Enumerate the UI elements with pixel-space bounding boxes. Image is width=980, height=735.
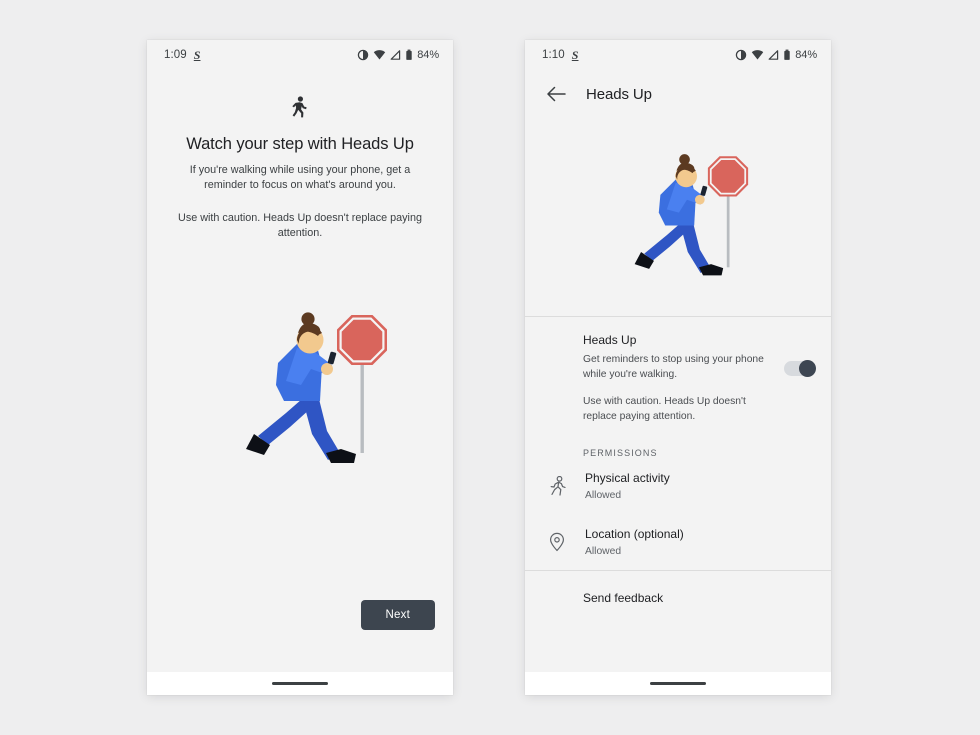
onboarding-actions: Next — [360, 600, 435, 630]
permission-text: Physical activity Allowed — [585, 471, 670, 501]
hero-illustration-small — [525, 118, 831, 316]
status-icons: 84% — [735, 49, 817, 61]
onboarding-content: Watch your step with Heads Up If you're … — [147, 70, 453, 672]
send-feedback-label: Send feedback — [583, 591, 664, 606]
stop-sign-pole — [360, 358, 364, 454]
gesture-pill[interactable] — [272, 682, 328, 685]
hair-bun — [300, 312, 315, 326]
master-description: Get reminders to stop using your phone w… — [583, 354, 764, 380]
permission-text: Location (optional) Allowed — [585, 527, 684, 557]
battery-percent: 84% — [417, 49, 439, 61]
status-bar: 1:10 S 84% — [525, 40, 831, 70]
page-caution: Use with caution. Heads Up doesn't repla… — [178, 211, 422, 239]
permission-status: Allowed — [585, 546, 622, 558]
status-time: 1:10 — [542, 49, 565, 61]
carrier-glyph-icon: S — [193, 47, 201, 62]
battery-percent: 84% — [795, 49, 817, 61]
send-feedback-row[interactable]: Send feedback — [525, 571, 831, 625]
back-leg — [257, 399, 310, 446]
master-text: Heads Up Get reminders to stop using you… — [583, 333, 784, 424]
person-running-with-phone-illustration — [245, 312, 387, 464]
status-time: 1:09 — [164, 49, 187, 61]
walking-person-icon-wrap — [147, 96, 453, 123]
master-title: Heads Up — [583, 333, 637, 347]
wifi-icon — [374, 50, 386, 60]
hand — [320, 363, 333, 376]
back-button[interactable] — [543, 81, 569, 107]
signal-icon — [768, 50, 779, 60]
front-leg — [679, 222, 710, 273]
permission-status: Allowed — [585, 490, 622, 502]
hero-illustration-large — [147, 303, 453, 478]
dnd-icon — [358, 49, 369, 61]
toggle-knob — [799, 360, 816, 377]
stop-sign-pole — [726, 190, 730, 268]
page-description: If you're walking while using your phone… — [189, 164, 411, 192]
battery-icon — [784, 49, 790, 60]
signal-icon — [390, 50, 401, 60]
running-person-icon — [543, 476, 571, 497]
wifi-icon — [752, 50, 764, 60]
back-arrow-icon — [546, 86, 566, 102]
battery-icon — [406, 49, 412, 60]
page-title: Watch your step with Heads Up — [186, 135, 414, 153]
dnd-icon — [736, 49, 747, 61]
status-icons: 84% — [357, 49, 439, 61]
hair-bun — [678, 154, 690, 165]
phone-screen-onboarding: 1:09 S 84% Watch your step with Heads Up… — [147, 40, 453, 695]
location-pin-icon — [543, 532, 571, 552]
stop-sign-icon — [707, 156, 748, 197]
phone-screen-settings: 1:10 S 84% Heads Up Heads Up Get reminde… — [525, 40, 831, 695]
permission-title: Location (optional) — [585, 527, 684, 542]
stop-sign-icon — [336, 315, 387, 366]
back-leg — [643, 223, 686, 261]
settings-list: Heads Up Get reminders to stop using you… — [525, 317, 831, 672]
front-leg — [301, 397, 340, 461]
phone-in-hand — [699, 185, 707, 196]
hand — [694, 194, 705, 205]
app-bar: Heads Up — [525, 70, 831, 118]
person-running-with-phone-illustration — [634, 154, 748, 276]
navigation-bar — [147, 672, 453, 695]
next-button[interactable]: Next — [360, 600, 435, 630]
app-bar-title: Heads Up — [586, 85, 652, 103]
permission-title: Physical activity — [585, 471, 670, 486]
carrier-glyph-icon: S — [571, 47, 579, 62]
permissions-section-label: PERMISSIONS — [583, 448, 658, 459]
permission-row-location[interactable]: Location (optional) Allowed — [525, 514, 831, 570]
heads-up-master-row[interactable]: Heads Up Get reminders to stop using you… — [525, 317, 831, 442]
permission-row-physical-activity[interactable]: Physical activity Allowed — [525, 458, 831, 514]
navigation-bar — [525, 672, 831, 695]
master-caution: Use with caution. Heads Up doesn't repla… — [583, 396, 746, 422]
status-bar: 1:09 S 84% — [147, 40, 453, 70]
gesture-pill[interactable] — [650, 682, 706, 685]
phone-in-hand — [327, 352, 336, 365]
heads-up-toggle[interactable] — [784, 360, 816, 377]
walking-person-icon — [291, 96, 307, 118]
